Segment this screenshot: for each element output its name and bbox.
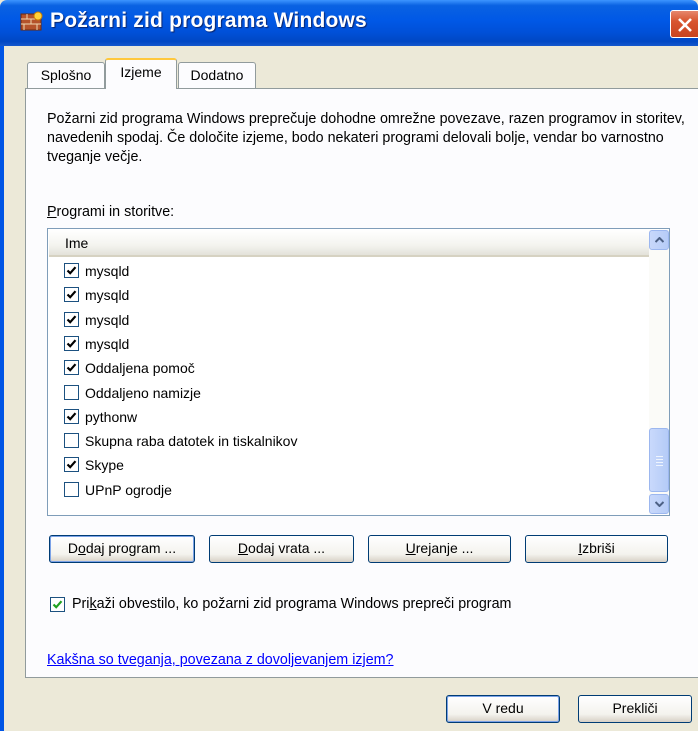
cancel-button[interactable]: Prekliči: [578, 695, 692, 723]
notify-label-rest: aži obvestilo, ko požarni zid programa W…: [96, 596, 512, 612]
chevron-down-icon: [655, 501, 664, 507]
edit-button[interactable]: Urejanje ...: [368, 535, 511, 563]
edit-label-mnemonic: U: [405, 540, 416, 556]
list-item-checkbox[interactable]: [64, 311, 79, 327]
column-header-label: Ime: [65, 235, 89, 251]
list-item-checkbox[interactable]: [64, 408, 79, 424]
checkmark-icon: [66, 315, 77, 324]
delete-button[interactable]: Izbriši: [525, 535, 668, 563]
add-program-label-rest: daj program ...: [85, 540, 177, 556]
firewall-icon: [20, 11, 44, 33]
list-item-checkbox[interactable]: [64, 481, 79, 497]
list-item-checkbox[interactable]: [64, 287, 79, 303]
list-item-label: pythonw: [85, 408, 138, 425]
scroll-grip: [656, 462, 663, 463]
notify-label: Prikaži obvestilo, ko požarni zid progra…: [72, 596, 511, 612]
ok-button[interactable]: V redu: [446, 695, 560, 723]
list-item-checkbox[interactable]: [64, 384, 79, 400]
add-port-label-mnemonic: D: [237, 540, 249, 556]
title-bar[interactable]: Požarni zid programa Windows: [0, 0, 698, 46]
tab-exceptions-label: Izjeme: [120, 64, 162, 80]
list-item-label: mysqld: [85, 311, 130, 328]
checkmark-icon: [66, 290, 77, 300]
programs-label-rest: rogrami in storitve:: [56, 204, 175, 220]
scroll-thumb[interactable]: [649, 428, 669, 492]
list-item-label: mysqld: [85, 287, 130, 304]
add-port-button[interactable]: Dodaj vrata ...: [209, 535, 354, 563]
checkmark-icon: [66, 460, 77, 470]
list-item-label: Skype: [85, 457, 124, 474]
list-item-label: UPnP ogrodje: [85, 481, 172, 498]
add-port-label-rest: odaj vrata ...: [248, 540, 326, 556]
risks-help-link[interactable]: Kakšna so tveganja, povezana z dovoljeva…: [47, 652, 394, 668]
list-item-checkbox[interactable]: [64, 335, 79, 351]
description-text: Požarni zid programa Windows preprečuje …: [47, 111, 685, 165]
scroll-down-button[interactable]: [649, 494, 669, 514]
delete-label-rest: zbriši: [582, 540, 615, 556]
ok-label: V redu: [482, 700, 524, 716]
list-item-checkbox[interactable]: [64, 433, 79, 449]
list-item-label: Oddaljena pomoč: [85, 360, 195, 377]
tab-advanced[interactable]: Dodatno: [178, 62, 256, 88]
chevron-up-icon: [655, 237, 664, 243]
programs-label: Programi in storitve:: [47, 204, 174, 220]
add-program-label-prefix: D: [67, 540, 79, 556]
list-item-label: Oddaljeno namizje: [85, 384, 201, 401]
checkmark-icon: [66, 412, 77, 421]
notify-label-mnemonic: k: [89, 596, 97, 612]
cancel-label: Prekliči: [612, 700, 658, 716]
tab-advanced-label: Dodatno: [190, 67, 244, 83]
list-item-label: Skupna raba datotek in tiskalnikov: [85, 433, 298, 450]
list-item-checkbox[interactable]: [64, 360, 79, 376]
window-frame-left: [0, 46, 4, 731]
list-item-label: mysqld: [85, 263, 130, 279]
checkmark-icon: [66, 363, 77, 372]
add-program-label-mnemonic: o: [78, 540, 86, 556]
list-item-label: mysqld: [85, 335, 130, 352]
scroll-up-button[interactable]: [649, 230, 669, 250]
tab-general-label: Splošno: [40, 67, 92, 83]
close-button[interactable]: [670, 10, 698, 38]
checkmark-icon: [66, 266, 77, 275]
programs-label-mnemonic: P: [47, 204, 57, 220]
close-icon: [678, 18, 692, 32]
scroll-grip: [656, 465, 663, 466]
window-title: Požarni zid programa Windows: [50, 9, 367, 32]
tab-exceptions[interactable]: Izjeme: [105, 58, 177, 89]
programs-list[interactable]: Ime mysqld mysqld mysqld mysqld Oddaljena po…: [47, 228, 670, 516]
add-program-button[interactable]: Dodaj program ...: [49, 535, 195, 563]
notify-checkbox[interactable]: [50, 597, 65, 612]
vertical-scrollbar[interactable]: [649, 230, 669, 514]
list-item-checkbox[interactable]: [64, 263, 79, 278]
edit-label-rest: rejanje ...: [415, 540, 474, 556]
scroll-grip: [656, 459, 663, 460]
column-header-name[interactable]: Ime: [49, 230, 649, 257]
tab-general[interactable]: Splošno: [27, 62, 105, 88]
scroll-grip: [656, 456, 663, 457]
notify-label-prefix: Pri: [72, 596, 90, 612]
list-item-checkbox[interactable]: [64, 457, 79, 473]
checkmark-icon: [52, 600, 63, 609]
checkmark-icon: [66, 339, 77, 348]
